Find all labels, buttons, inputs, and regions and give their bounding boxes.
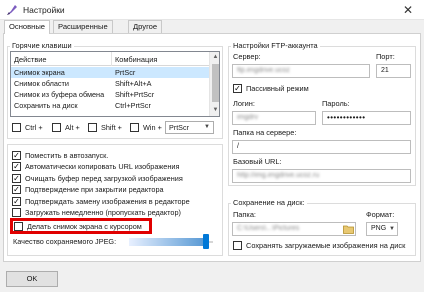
format-select[interactable]: PNG ▼ [366,222,398,236]
chevron-down-icon: ▼ [389,226,395,232]
hotkey-action: Сохранить на диск [14,101,78,110]
copy-url-label: Автоматически копировать URL изображения [25,162,180,171]
scroll-up-icon[interactable]: ▲ [210,52,219,63]
close-button[interactable]: ✕ [398,3,418,17]
login-label: Логин: [233,99,255,108]
key-select[interactable]: PrtScr ▼ [165,121,214,134]
password-input[interactable]: •••••••••••• [322,111,411,125]
hotkey-row[interactable]: Снимок экрана PrtScr [11,67,209,78]
server-folder-value: / [237,143,239,150]
base-url-input[interactable]: http://img.imgdrive.ucoz.ru [232,169,411,183]
confirm-replace-label: Подтверждать замену изображения в редакт… [25,197,190,206]
port-input[interactable]: 21 [376,64,411,78]
clear-buffer-checkbox[interactable]: ✓ [12,174,21,183]
hotkey-row[interactable]: Сохранить на диск Ctrl+PrtScr [11,100,209,111]
hotkey-combo: PrtScr [115,68,136,77]
login-value: imgdrv [237,114,259,121]
close-icon: ✕ [402,3,414,17]
hotkeys-list[interactable]: Действие Комбинация Снимок экрана PrtScr… [10,51,220,117]
disk-folder-input[interactable]: C:\Users\...\Pictures [232,222,356,236]
hotkey-row[interactable]: Снимок из буфера обмена Shift+PrtScr [11,89,209,100]
shift-checkbox[interactable] [88,123,97,132]
port-label: Порт: [376,52,395,61]
ctrl-checkbox[interactable] [12,123,21,132]
column-combo-header: Комбинация [115,55,158,64]
hotkey-action: Снимок экрана [14,68,65,77]
autostart-label: Поместить в автозапуск. [25,151,109,160]
disk-folder-value: C:\Users\...\Pictures [237,225,300,232]
column-separator [111,52,112,66]
ftp-group-title: Настройки FTP-аккаунта [231,41,320,50]
scroll-down-icon[interactable]: ▼ [210,105,219,116]
shift-label: Shift + [101,123,122,132]
disk-folder-label: Папка: [233,210,256,219]
win-label: Win + [143,123,162,132]
confirm-replace-checkbox[interactable]: ✓ [12,197,21,206]
save-disk-group-title: Сохранение на диск: [231,198,307,207]
highlight-frame [10,218,152,234]
server-label: Сервер: [233,52,261,61]
base-url-label: Базовый URL: [233,157,282,166]
copy-url-checkbox[interactable]: ✓ [12,162,21,171]
format-value: PNG [371,225,387,232]
folder-icon[interactable] [343,224,354,234]
confirm-close-checkbox[interactable]: ✓ [12,185,21,194]
slider-thumb[interactable] [203,234,209,249]
password-label: Пароль: [322,99,350,108]
password-value: •••••••••••• [327,113,366,122]
passive-mode-checkbox[interactable]: ✓ [233,84,242,93]
server-input[interactable]: ftp.imgdrive.ucoz [232,64,370,78]
hotkeys-scrollbar[interactable]: ▲ ▼ [209,52,219,116]
server-folder-input[interactable]: / [232,140,411,154]
alt-label: Alt + [65,123,80,132]
tab-main[interactable]: Основные [4,20,51,34]
login-input[interactable]: imgdrv [232,111,316,125]
keep-uploaded-checkbox[interactable] [233,241,242,250]
hotkey-action: Снимок области [14,79,69,88]
upload-immediately-label: Загружать немедленно (пропускать редакто… [25,208,181,217]
base-url-value: http://img.imgdrive.ucoz.ru [237,172,320,179]
passive-mode-label: Пассивный режим [246,84,309,93]
server-folder-label: Папка на сервере: [233,128,297,137]
hotkeys-list-header: Действие Комбинация [11,52,209,66]
slider-fill [129,238,203,246]
ok-button[interactable]: OK [6,271,58,287]
app-icon [6,4,18,16]
alt-checkbox[interactable] [52,123,61,132]
jpeg-quality-label: Качество сохраняемого JPEG: [13,237,117,246]
hotkeys-group-title: Горячие клавиши [10,41,74,50]
autostart-checkbox[interactable]: ✓ [12,151,21,160]
scrollbar-thumb[interactable] [212,64,219,102]
format-label: Формат: [366,210,395,219]
upload-immediately-checkbox[interactable] [12,208,21,217]
chevron-down-icon: ▼ [204,124,210,130]
clear-buffer-label: Очищать буфер перед загрузкой изображени… [25,174,183,183]
hotkey-row[interactable]: Снимок области Shift+Alt+A [11,78,209,89]
ctrl-label: Ctrl + [25,123,43,132]
window-title: Настройки [23,5,65,15]
tab-other[interactable]: Другое [128,20,163,33]
hotkey-combo: Ctrl+PrtScr [115,101,151,110]
win-checkbox[interactable] [130,123,139,132]
hotkey-action: Снимок из буфера обмена [14,90,105,99]
jpeg-quality-slider[interactable] [129,234,215,250]
port-value: 21 [381,67,389,74]
hotkey-combo: Shift+Alt+A [115,79,152,88]
confirm-close-label: Подтверждение при закрытии редактора [25,185,164,194]
key-select-value: PrtScr [169,123,189,132]
column-action-header: Действие [14,55,47,64]
hotkey-combo: Shift+PrtScr [115,90,155,99]
tab-advanced[interactable]: Расширенные [53,20,113,33]
server-value: ftp.imgdrive.ucoz [237,67,290,74]
keep-uploaded-label: Сохранять загружаемые изображения на дис… [246,241,406,250]
